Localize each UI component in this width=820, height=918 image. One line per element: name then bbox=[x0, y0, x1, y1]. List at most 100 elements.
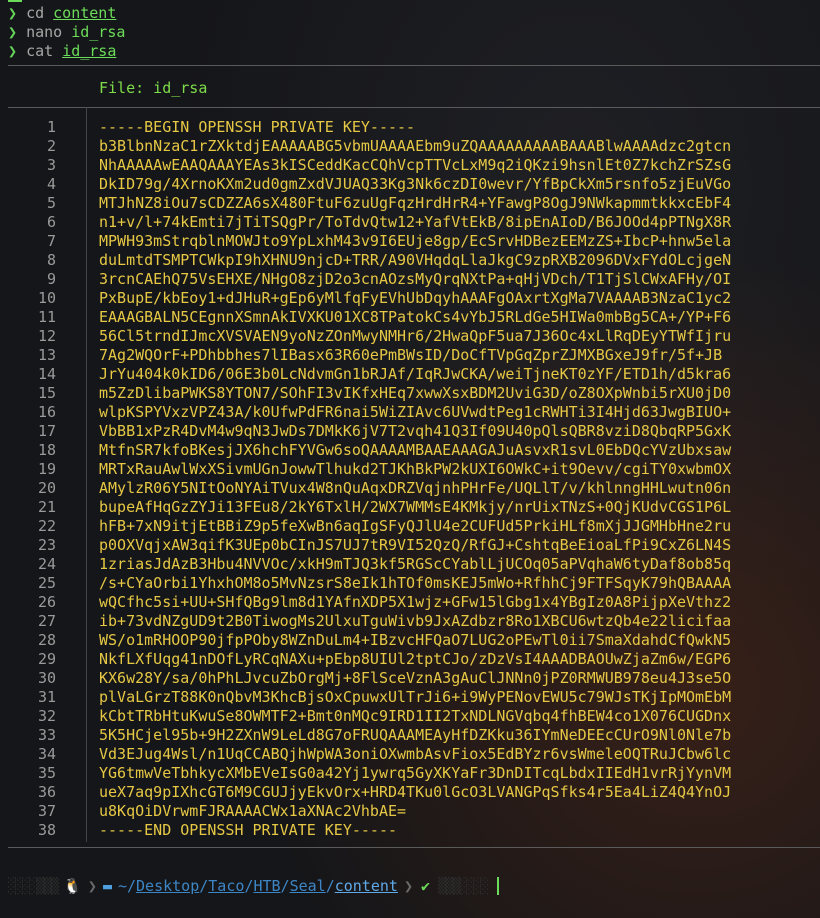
line-number: 14 bbox=[37, 365, 56, 383]
file-header: File: id_rsa bbox=[99, 79, 208, 97]
file-line: 18 MtfnSR7kfoBKesjJX6hchFYVGw6soQAAAAMBAA… bbox=[8, 441, 820, 460]
file-line: 33 5K5HCjel95b+9H2ZXnW9LeLd8G7oFRUQAAAMEA… bbox=[8, 726, 820, 745]
file-line: 17 VbBB1xPzR4DvM4w9qN3JwDs7DMkK6jV7T2vqh4… bbox=[8, 422, 820, 441]
line-number: 17 bbox=[37, 422, 56, 440]
command-argument: id_rsa bbox=[71, 23, 126, 41]
footer-divider bbox=[8, 847, 820, 848]
folder-icon: ▬ bbox=[102, 876, 112, 895]
line-number: 15 bbox=[37, 384, 56, 402]
path-part-seal: Seal bbox=[289, 876, 326, 895]
line-number: 23 bbox=[37, 536, 56, 554]
file-line: 22 hFB+7xN9itjEtBBiZ9p5feXwBn6aqIgSFyQJlU… bbox=[8, 517, 820, 536]
file-line: 23 p0OXVqjxAW3qifK3UEp0bCInJS7UJ7tR9VI52Q… bbox=[8, 536, 820, 555]
file-line: 26 wQCfhc5si+UU+SHfQBg9lm8d1YAfnXDP5X1wjz… bbox=[8, 593, 820, 612]
file-line: 10 PxBupE/kbEoy1+dJHuR+gEp6yMlfqFyEVhUbDq… bbox=[8, 289, 820, 308]
file-line: 11 EAAAGBALN5CEgnnXSmnAkIVXKU01XC8TPatokC… bbox=[8, 308, 820, 327]
line-number: 24 bbox=[37, 555, 56, 573]
line-text: b3BlbnNzaC1rZXktdjEAAAAABG5vbmUAAAAEbm9u… bbox=[99, 137, 732, 155]
file-line: 6 n1+v/l+74kEmti7jTiTSQgPr/ToTdvQtw12+Yaf… bbox=[8, 213, 820, 232]
file-line: 13 7Ag2WQOrF+PDhbbhes7lIBasx63R60ePmBWsID… bbox=[8, 346, 820, 365]
line-number: 6 bbox=[46, 213, 56, 231]
line-text: wQCfhc5si+UU+SHfQBg9lm8d1YAfnXDP5X1wjz+G… bbox=[99, 593, 732, 611]
file-line: 37 u8KqOiDVrwmFJRAAAACWx1aXNAc2VhbAE= bbox=[8, 802, 820, 821]
header-bottom-divider bbox=[8, 107, 820, 108]
command-name: cat bbox=[26, 42, 54, 60]
prompt-arrow-icon: ❯ bbox=[8, 42, 18, 60]
line-number: 21 bbox=[37, 498, 56, 516]
line-number: 18 bbox=[37, 441, 56, 459]
prompt-status-bar: ░░░░▒▒▒ 🐧 ❯ ▬ ~/Desktop / Taco / HTB / Seal / co… bbox=[0, 874, 820, 898]
line-text: AMylzR06Y5NItOoNYAiTVux4W8nQuAqxDRZVqjnh… bbox=[99, 479, 732, 497]
line-number: 37 bbox=[37, 802, 56, 820]
line-number: 11 bbox=[37, 308, 56, 326]
line-text: ueX7aq9pIXhcGT6M9CGUJjyEkvOrx+HRD4TKu0lG… bbox=[99, 783, 732, 801]
command-name: cd bbox=[26, 4, 45, 22]
file-line: 12 56Cl5trndIJmcXVSVAEN9yoNzZOnMwyNMHr6/2… bbox=[8, 327, 820, 346]
file-line: 30 KX6w28Y/sa/0hPhLJvcuZbOrgMj+8FlSceVznA… bbox=[8, 669, 820, 688]
previous-output-remnant bbox=[8, 0, 22, 2]
line-number: 29 bbox=[37, 650, 56, 668]
line-number: 38 bbox=[37, 821, 56, 839]
line-text: ib+73vdNZgUD9t2B0TiwogMs2UlxuTguWivb9JxA… bbox=[99, 612, 732, 630]
line-text: p0OXVqjxAW3qifK3UEp0bCInJS7UJ7tR9VI52QzQ… bbox=[99, 536, 732, 554]
line-number: 19 bbox=[37, 460, 56, 478]
prompt-start-decoration: ░░░░▒▒▒ bbox=[8, 876, 59, 895]
command-argument: content bbox=[53, 4, 117, 22]
command-argument: id_rsa bbox=[62, 42, 117, 60]
command-line-cd: ❯ cd content bbox=[8, 4, 116, 23]
prompt-end-decoration: ▒▒▒░░░░ bbox=[438, 876, 489, 895]
line-number: 7 bbox=[46, 232, 56, 250]
line-text: u8KqOiDVrwmFJRAAAACWx1aXNAc2VhbAE= bbox=[99, 802, 407, 820]
segment-separator-icon: ❯ bbox=[87, 876, 97, 895]
segment-separator-icon: ❯ bbox=[403, 876, 413, 895]
path-prefix: ~/ bbox=[117, 876, 137, 895]
line-text: MPWH93mStrqblnMOWJto9YpLxhM43v9I6EUje8gp… bbox=[99, 232, 732, 250]
line-number: 10 bbox=[37, 289, 56, 307]
text-cursor[interactable] bbox=[497, 877, 500, 895]
line-text: Vd3EJug4Wsl/n1UqCCABQjhWpWA3oniOXwmbAsvF… bbox=[99, 745, 732, 763]
line-text: JrYu404k0kID6/06E3b0LcNdvmGn1bRJAf/IqRJw… bbox=[99, 365, 732, 383]
line-number: 30 bbox=[37, 669, 56, 687]
line-text: -----END OPENSSH PRIVATE KEY----- bbox=[99, 821, 398, 839]
file-line: 7 MPWH93mStrqblnMOWJto9YpLxhM43v9I6EUje8g… bbox=[8, 232, 820, 251]
file-line: 8 duLmtdTSMPTCWkpI9hXHNU9njcD+TRR/A90VHqd… bbox=[8, 251, 820, 270]
line-text: hFB+7xN9itjEtBBiZ9p5feXwBn6aqIgSFyQJlU4e… bbox=[99, 517, 732, 535]
line-text: kCbtTRbHtuKwuSe8OWMTF2+Bmt0nMQc9IRD1II2T… bbox=[99, 707, 732, 725]
line-text: 3rcnCAEhQ75VsEHXE/NHgO8zjD2o3cnAOzsMyQrq… bbox=[99, 270, 732, 288]
line-number: 22 bbox=[37, 517, 56, 535]
line-number: 8 bbox=[46, 251, 56, 269]
line-number: 1 bbox=[46, 118, 56, 136]
line-number: 25 bbox=[37, 574, 56, 592]
line-number: 32 bbox=[37, 707, 56, 725]
line-number: 3 bbox=[46, 156, 56, 174]
line-text: 56Cl5trndIJmcXVSVAEN9yoNzZOnMwyNMHr6/2Hw… bbox=[99, 327, 732, 345]
line-number: 36 bbox=[37, 783, 56, 801]
line-number: 35 bbox=[37, 764, 56, 782]
line-text: NkfLXfUqg41nDOfLyRCqNAXu+pEbp8UIUl2tptCJ… bbox=[99, 650, 732, 668]
line-text: KX6w28Y/sa/0hPhLJvcuZbOrgMj+8FlSceVznA3g… bbox=[99, 669, 732, 687]
command-name: nano bbox=[26, 23, 63, 41]
file-line: 35 YG6tmwVeTbhkycXMbEVeIsG0a42Yj1ywrq5GyX… bbox=[8, 764, 820, 783]
line-number: 27 bbox=[37, 612, 56, 630]
path-current-dir: content bbox=[334, 876, 398, 895]
line-number: 12 bbox=[37, 327, 56, 345]
line-text: duLmtdTSMPTCWkpI9hXHNU9njcD+TRR/A90VHqdq… bbox=[99, 251, 732, 269]
line-number: 13 bbox=[37, 346, 56, 364]
line-text: EAAAGBALN5CEgnnXSmnAkIVXKU01XC8TPatokCs4… bbox=[99, 308, 732, 326]
file-line: 2 b3BlbnNzaC1rZXktdjEAAAAABG5vbmUAAAAEbm9… bbox=[8, 137, 820, 156]
line-number: 28 bbox=[37, 631, 56, 649]
line-number: 9 bbox=[46, 270, 56, 288]
file-line: 36 ueX7aq9pIXhcGT6M9CGUJjyEkvOrx+HRD4TKu0… bbox=[8, 783, 820, 802]
check-icon: ✔ bbox=[420, 876, 430, 895]
line-number: 31 bbox=[37, 688, 56, 706]
line-text: plVaLGrzT88K0nQbvM3KhcBjsOxCpuwxUlTrJi6+… bbox=[99, 688, 732, 706]
line-text: n1+v/l+74kEmti7jTiTSQgPr/ToTdvQtw12+YafV… bbox=[99, 213, 732, 231]
file-line: 4 DkID79g/4XrnoKXm2ud0gmZxdVJUAQ33Kg3Nk6c… bbox=[8, 175, 820, 194]
file-line: 32 kCbtTRbHtuKwuSe8OWMTF2+Bmt0nMQc9IRD1II… bbox=[8, 707, 820, 726]
line-text: /s+CYaOrbi1YhxhOM8o5MvNzsrS8eIk1hTOf0msK… bbox=[99, 574, 732, 592]
path-part-desktop: Desktop bbox=[136, 876, 200, 895]
file-line: 38 -----END OPENSSH PRIVATE KEY----- bbox=[8, 821, 820, 840]
file-line: 15 m5ZzDlibaPWKS8YTON7/SOhFI3vIKfxHEq7xww… bbox=[8, 384, 820, 403]
line-text: 5K5HCjel95b+9H2ZXnW9LeLd8G7oFRUQAAAMEAyH… bbox=[99, 726, 732, 744]
command-line-nano: ❯ nano id_rsa bbox=[8, 23, 125, 42]
